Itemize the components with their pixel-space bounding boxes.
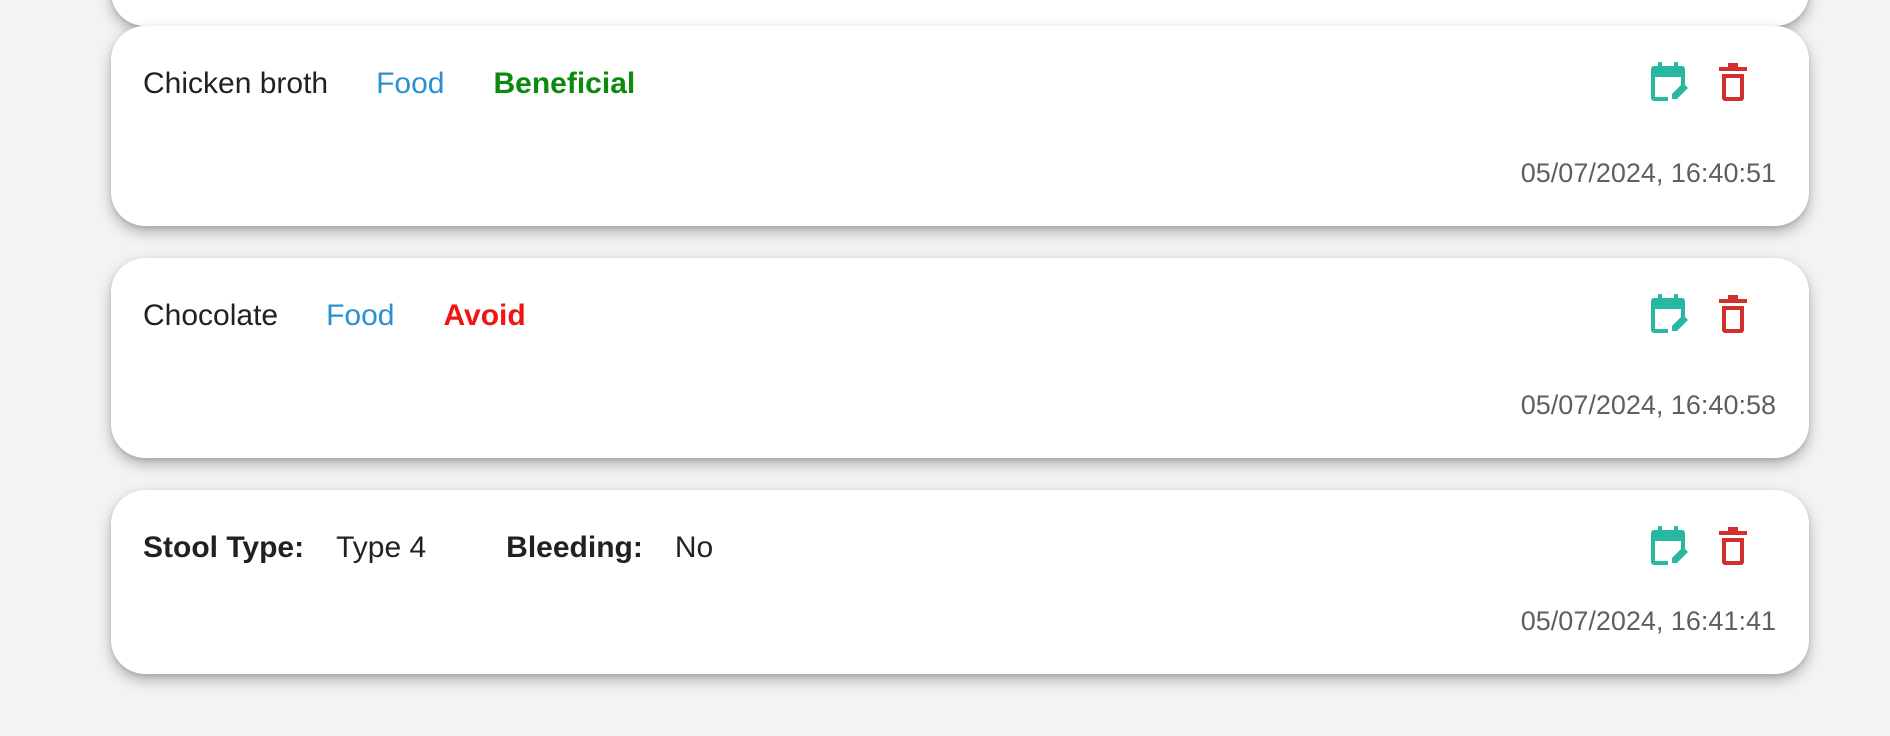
delete-button[interactable] bbox=[1711, 60, 1755, 104]
entry-actions bbox=[1647, 292, 1755, 336]
calendar-edit-icon bbox=[1651, 294, 1688, 333]
entry-actions bbox=[1647, 524, 1755, 568]
entry-card: Chicken broth Food Beneficial 05/07/2024… bbox=[111, 26, 1809, 226]
entry-category: Food bbox=[326, 299, 395, 332]
stool-type-label: Stool Type: bbox=[143, 531, 305, 564]
stool-type-value: Type 4 bbox=[336, 531, 427, 564]
calendar-edit-icon bbox=[1651, 526, 1688, 565]
entry-rating: Beneficial bbox=[493, 67, 636, 100]
entry-summary: Chocolate Food Avoid bbox=[143, 296, 526, 336]
entry-rating: Avoid bbox=[443, 299, 526, 332]
trash-icon bbox=[1719, 295, 1747, 333]
edit-date-button[interactable] bbox=[1647, 292, 1691, 336]
bleeding-label: Bleeding: bbox=[506, 531, 643, 564]
entry-card: Chocolate Food Avoid 05/07/2024, 16:40:5… bbox=[111, 258, 1809, 458]
calendar-edit-icon bbox=[1651, 62, 1688, 101]
entry-category: Food bbox=[376, 67, 445, 100]
entry-timestamp: 05/07/2024, 16:41:41 bbox=[1520, 606, 1776, 636]
bleeding-value: No bbox=[674, 531, 714, 564]
delete-button[interactable] bbox=[1711, 524, 1755, 568]
previous-entry-card bbox=[111, 0, 1809, 26]
edit-date-button[interactable] bbox=[1647, 60, 1691, 104]
entry-actions bbox=[1647, 60, 1755, 104]
entry-timestamp: 05/07/2024, 16:40:58 bbox=[1520, 390, 1776, 420]
entry-name: Chicken broth bbox=[143, 67, 329, 100]
entry-timestamp: 05/07/2024, 16:40:51 bbox=[1520, 158, 1776, 188]
entry-name: Chocolate bbox=[143, 299, 279, 332]
stool-summary: Stool Type: Type 4 Bleeding: No bbox=[143, 528, 713, 568]
edit-date-button[interactable] bbox=[1647, 524, 1691, 568]
delete-button[interactable] bbox=[1711, 292, 1755, 336]
trash-icon bbox=[1719, 63, 1747, 101]
trash-icon bbox=[1719, 527, 1747, 565]
entry-summary: Chicken broth Food Beneficial bbox=[143, 64, 635, 104]
stool-entry-card: Stool Type: Type 4 Bleeding: No 05/07/20… bbox=[111, 490, 1809, 674]
